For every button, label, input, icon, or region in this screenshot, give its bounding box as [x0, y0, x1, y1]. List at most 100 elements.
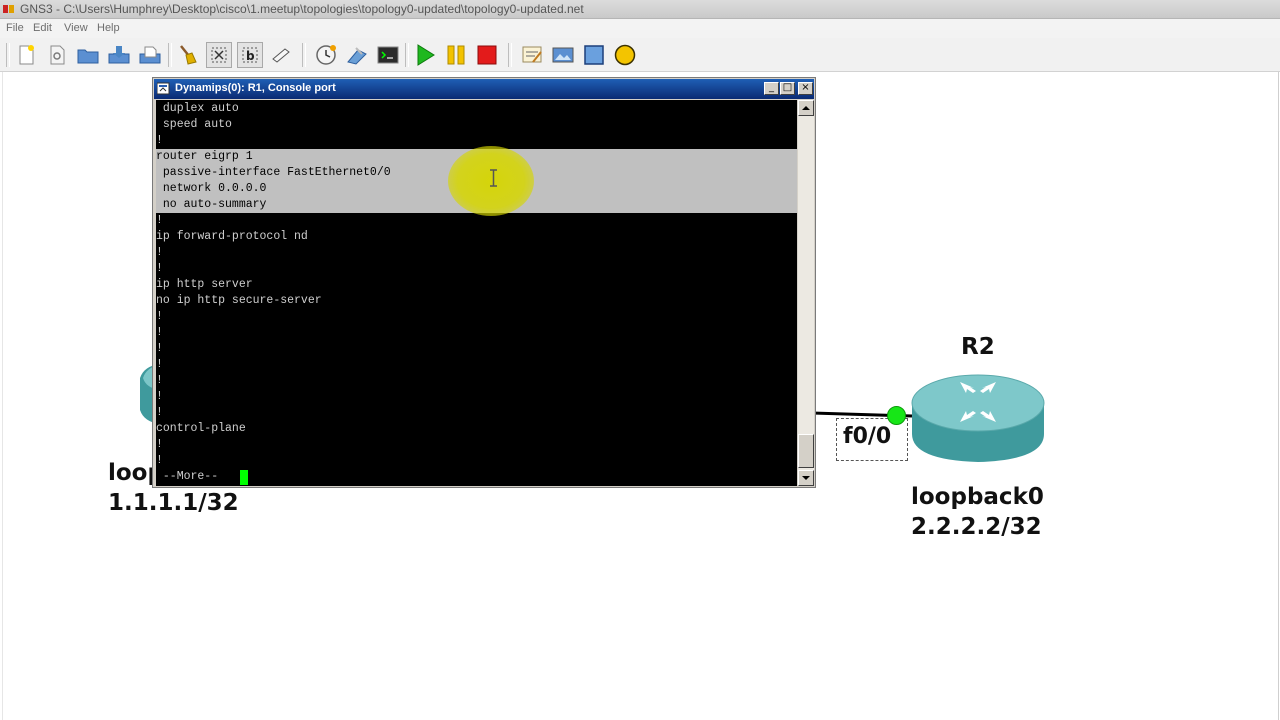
note-icon: [522, 46, 542, 63]
r2-loopback-address: 2.2.2.2/32: [911, 514, 1042, 540]
show-interface-labels-button[interactable]: [206, 42, 232, 68]
console-minimize-button[interactable]: _: [764, 82, 779, 95]
terminal-line: !: [156, 134, 163, 147]
console-title: Dynamips(0): R1, Console port: [175, 82, 336, 94]
clock-button[interactable]: [313, 42, 339, 68]
terminal-line: !: [156, 438, 163, 451]
router-r2-icon[interactable]: [908, 372, 1048, 466]
rectangle-icon: [584, 45, 604, 65]
ellipse-icon: [614, 44, 636, 66]
stop-button[interactable]: [474, 42, 500, 68]
start-icon: [417, 44, 435, 66]
terminal-line: router eigrp 1: [156, 150, 253, 163]
clear-button[interactable]: [175, 42, 201, 68]
pause-button[interactable]: [443, 42, 469, 68]
terminal-line: !: [156, 326, 163, 339]
open-folder-button[interactable]: [75, 42, 101, 68]
canvas-border: [2, 72, 3, 720]
scrollbar-thumb[interactable]: [798, 434, 814, 468]
r2-loopback-label: loopback0: [911, 484, 1044, 510]
broom-icon: [180, 45, 197, 65]
console-close-button[interactable]: ×: [798, 82, 813, 95]
window-title: GNS3 - C:\Users\Humphrey\Desktop\cisco\1…: [20, 2, 584, 16]
svg-text:b: b: [246, 49, 255, 63]
terminal-line: ip http server: [156, 278, 253, 291]
insert-picture-button[interactable]: [550, 42, 576, 68]
clock-icon: [316, 45, 336, 65]
terminal-line: !: [156, 374, 163, 387]
save-button[interactable]: [106, 42, 132, 68]
console-scrollbar[interactable]: [798, 100, 814, 486]
menu-edit[interactable]: Edit: [33, 22, 52, 34]
show-interface-labels-icon: [211, 47, 227, 63]
scroll-up-button[interactable]: [798, 100, 814, 116]
scroll-down-button[interactable]: [798, 470, 814, 486]
open-folder-icon: [77, 49, 99, 64]
terminal-line: !: [156, 214, 163, 227]
terminal-line: !: [156, 342, 163, 355]
terminal-line: !: [156, 358, 163, 371]
show-hostnames-button[interactable]: b: [237, 42, 263, 68]
console-app-icon: [157, 82, 170, 95]
terminal-cursor: [240, 470, 248, 485]
terminal-line: !: [156, 310, 163, 323]
r1-loopback-address: 1.1.1.1/32: [108, 490, 239, 516]
console-maximize-button[interactable]: □: [780, 82, 795, 95]
menu-view[interactable]: View: [64, 22, 88, 34]
scroll-down-icon: [802, 476, 810, 480]
show-hostnames-icon: b: [242, 47, 258, 63]
console-title-bar[interactable]: Dynamips(0): R1, Console port _ □ ×: [154, 79, 814, 99]
toolbar-separator: [6, 43, 10, 67]
gns3-app-icon: [3, 5, 14, 13]
link-status-up-indicator: [887, 406, 906, 425]
menu-file[interactable]: File: [6, 22, 24, 34]
console-icon: [377, 46, 399, 64]
console-all-button[interactable]: [375, 42, 401, 68]
terminal-line: control-plane: [156, 422, 246, 435]
terminal-line: !: [156, 262, 163, 275]
canvas-border: [1278, 72, 1279, 720]
add-link-button[interactable]: [268, 42, 294, 68]
stop-icon: [477, 45, 497, 65]
terminal-line: no ip http secure-server: [156, 294, 322, 307]
toolbar-separator: [302, 43, 306, 67]
terminal-line: duplex auto: [156, 102, 239, 115]
terminal-line: speed auto: [156, 118, 232, 131]
open-button[interactable]: [44, 42, 70, 68]
draw-rectangle-button[interactable]: [581, 42, 607, 68]
terminal-line: passive-interface FastEthernet0/0: [156, 166, 391, 179]
capture-icon: [347, 47, 367, 65]
terminal-line: ip forward-protocol nd: [156, 230, 308, 243]
terminal-more-prompt: --More--: [156, 470, 226, 483]
toolbar-separator: [405, 43, 409, 67]
interface-label-f0-0: f0/0: [843, 424, 892, 449]
terminal-line: !: [156, 390, 163, 403]
toolbar-separator: [168, 43, 172, 67]
insert-picture-icon: [552, 47, 574, 63]
terminal-line: !: [156, 406, 163, 419]
menu-help[interactable]: Help: [97, 22, 120, 34]
new-project-button[interactable]: [13, 42, 39, 68]
save-icon: [108, 46, 130, 64]
terminal-line: no auto-summary: [156, 198, 267, 211]
add-note-button[interactable]: [519, 42, 545, 68]
terminal-line: !: [156, 454, 163, 467]
router-r2-hostname: R2: [961, 334, 995, 360]
toolbar-separator: [508, 43, 512, 67]
scroll-up-icon: [802, 106, 810, 110]
text-cursor-icon: [490, 169, 497, 187]
app-title-bar: GNS3 - C:\Users\Humphrey\Desktop\cisco\1…: [0, 0, 1280, 19]
pause-icon: [447, 45, 465, 65]
capture-button[interactable]: [344, 42, 370, 68]
draw-ellipse-button[interactable]: [612, 42, 638, 68]
new-project-icon: [19, 45, 34, 65]
menu-bar: File Edit View Help: [0, 19, 1280, 38]
save-as-button[interactable]: [137, 42, 163, 68]
terminal-line: network 0.0.0.0: [156, 182, 267, 195]
save-as-icon: [139, 46, 161, 64]
start-button[interactable]: [412, 42, 438, 68]
terminal-output[interactable]: duplex auto speed auto ! router eigrp 1 …: [156, 100, 797, 486]
console-window[interactable]: Dynamips(0): R1, Console port _ □ × dupl…: [152, 77, 816, 488]
terminal-line: !: [156, 246, 163, 259]
add-link-icon: [272, 48, 290, 63]
